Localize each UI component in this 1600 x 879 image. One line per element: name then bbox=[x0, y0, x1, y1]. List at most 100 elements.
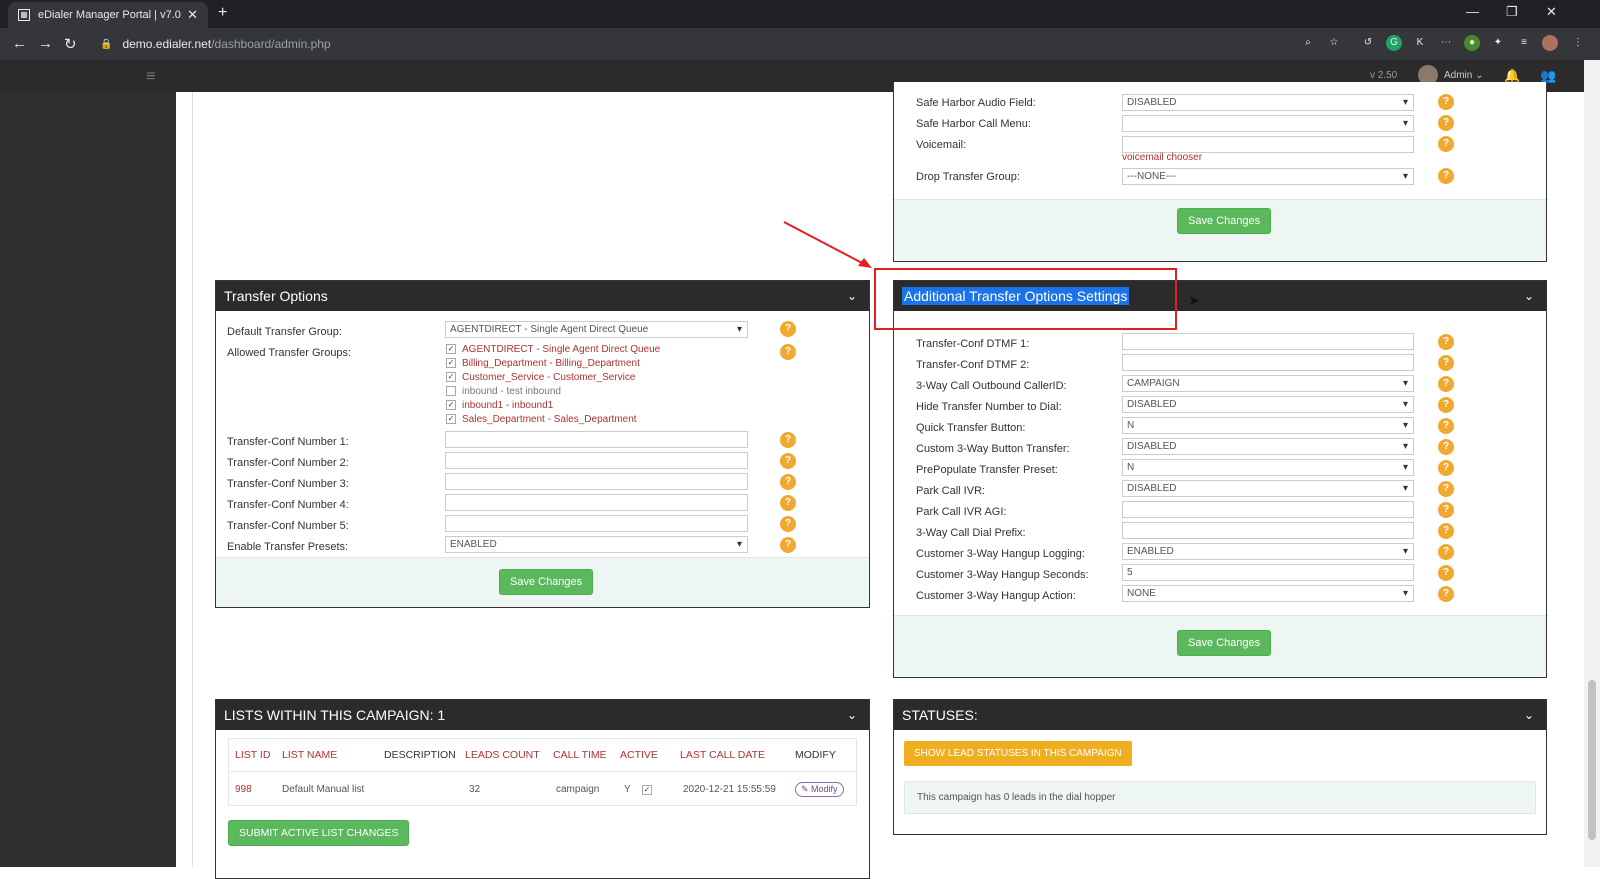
voicemail-input[interactable] bbox=[1122, 136, 1414, 153]
help-icon[interactable]: ? bbox=[1438, 355, 1454, 371]
checkbox-checked[interactable]: ✓ bbox=[446, 344, 456, 355]
allowed-group-option[interactable]: ✓ Billing_Department - Billing_Department bbox=[446, 358, 640, 372]
kebab-menu-icon[interactable]: ⋮ bbox=[1570, 35, 1586, 51]
park-call-ivr-agi-input[interactable] bbox=[1122, 501, 1414, 518]
three-way-dial-prefix-input[interactable] bbox=[1122, 522, 1414, 539]
help-icon[interactable]: ? bbox=[780, 344, 796, 360]
three-way-callerid-select[interactable]: CAMPAIGN bbox=[1122, 375, 1414, 392]
safe-harbor-call-menu-select[interactable] bbox=[1122, 115, 1414, 132]
hangup-logging-select[interactable]: ENABLED bbox=[1122, 543, 1414, 560]
help-icon[interactable]: ? bbox=[1438, 523, 1454, 539]
allowed-group-option[interactable]: ✓ inbound1 - inbound1 bbox=[446, 400, 553, 414]
allowed-group-option[interactable]: inbound - test inbound bbox=[446, 386, 561, 400]
close-tab-icon[interactable]: ✕ bbox=[187, 7, 198, 23]
transfer-conf-number-1-input[interactable] bbox=[445, 431, 748, 448]
k-extension-icon[interactable]: K bbox=[1412, 35, 1428, 51]
hangup-action-select[interactable]: NONE bbox=[1122, 585, 1414, 602]
chevron-down-icon[interactable]: ⌄ bbox=[847, 281, 857, 311]
hangup-seconds-input[interactable]: 5 bbox=[1122, 564, 1414, 581]
back-arrow-icon[interactable]: ← bbox=[12, 35, 27, 52]
profile-avatar[interactable] bbox=[1542, 35, 1558, 51]
help-icon[interactable]: ? bbox=[1438, 586, 1454, 602]
puzzle-extensions-icon[interactable]: ✦ bbox=[1490, 35, 1506, 51]
checkbox-checked[interactable]: ✓ bbox=[446, 358, 456, 369]
help-icon[interactable]: ? bbox=[780, 432, 796, 448]
checkbox-checked[interactable]: ✓ bbox=[446, 400, 456, 411]
hide-transfer-number-select[interactable]: DISABLED bbox=[1122, 396, 1414, 413]
submit-active-list-changes-button[interactable]: SUBMIT ACTIVE LIST CHANGES bbox=[228, 820, 410, 846]
help-icon[interactable]: ? bbox=[1438, 544, 1454, 560]
field-label: Drop Transfer Group: bbox=[916, 171, 1020, 183]
allowed-group-option[interactable]: ✓ Sales_Department - Sales_Department bbox=[446, 414, 637, 428]
browser-tab[interactable]: ▦ eDialer Manager Portal | v7.0 ✕ bbox=[8, 2, 208, 28]
allowed-group-option[interactable]: ✓ AGENTDIRECT - Single Agent Direct Queue bbox=[446, 344, 660, 358]
save-changes-button[interactable]: Save Changes bbox=[1177, 208, 1272, 234]
help-icon[interactable]: ? bbox=[1438, 418, 1454, 434]
transfer-conf-number-4-input[interactable] bbox=[445, 494, 748, 511]
address-bar[interactable]: 🔒 demo.edialer.net/dashboard/admin.php bbox=[92, 32, 1352, 56]
help-icon[interactable]: ? bbox=[1438, 481, 1454, 497]
prepopulate-transfer-preset-select[interactable]: N bbox=[1122, 459, 1414, 476]
minimize-icon[interactable]: — bbox=[1466, 4, 1479, 19]
default-transfer-group-select[interactable]: AGENTDIRECT - Single Agent Direct Queue bbox=[445, 321, 748, 338]
transfer-conf-number-5-input[interactable] bbox=[445, 515, 748, 532]
drop-transfer-group-select[interactable]: ---NONE--- bbox=[1122, 168, 1414, 185]
forward-arrow-icon[interactable]: → bbox=[38, 35, 53, 52]
user-menu[interactable]: Admin ⌄ bbox=[1444, 70, 1484, 81]
voicemail-chooser-link[interactable]: voicemail chooser bbox=[1122, 152, 1202, 163]
star-bookmark-icon[interactable]: ☆ bbox=[1326, 35, 1342, 51]
grammarly-extension-icon[interactable]: G bbox=[1386, 35, 1402, 51]
new-tab-icon[interactable]: + bbox=[218, 4, 227, 22]
allowed-group-option[interactable]: ✓ Customer_Service - Customer_Service bbox=[446, 372, 635, 386]
chevron-down-icon[interactable]: ⌄ bbox=[1524, 281, 1534, 311]
checkbox-unchecked[interactable] bbox=[446, 386, 456, 397]
custom-3way-button-select[interactable]: DISABLED bbox=[1122, 438, 1414, 455]
chevron-down-icon[interactable]: ⌄ bbox=[1524, 700, 1534, 730]
save-changes-button[interactable]: Save Changes bbox=[1177, 630, 1272, 656]
transfer-conf-dtmf-2-input[interactable] bbox=[1122, 354, 1414, 371]
help-icon[interactable]: ? bbox=[1438, 136, 1454, 152]
color-extension-icon[interactable]: ● bbox=[1464, 35, 1480, 51]
lists-title: LISTS WITHIN THIS CAMPAIGN: 1 bbox=[224, 707, 446, 723]
dots-extension-icon[interactable]: ⋯ bbox=[1438, 35, 1454, 51]
help-icon[interactable]: ? bbox=[1438, 565, 1454, 581]
modify-button[interactable]: ✎ Modify bbox=[795, 782, 844, 797]
help-icon[interactable]: ? bbox=[1438, 397, 1454, 413]
reading-list-icon[interactable]: ≡ bbox=[1516, 35, 1532, 51]
help-icon[interactable]: ? bbox=[780, 453, 796, 469]
help-icon[interactable]: ? bbox=[1438, 376, 1454, 392]
help-icon[interactable]: ? bbox=[1438, 439, 1454, 455]
help-icon[interactable]: ? bbox=[1438, 115, 1454, 131]
help-icon[interactable]: ? bbox=[1438, 334, 1454, 350]
transfer-conf-number-2-input[interactable] bbox=[445, 452, 748, 469]
transfer-conf-dtmf-1-input[interactable] bbox=[1122, 333, 1414, 350]
save-changes-button[interactable]: Save Changes bbox=[499, 569, 594, 595]
show-lead-statuses-button[interactable]: SHOW LEAD STATUSES IN THIS CAMPAIGN bbox=[904, 741, 1132, 766]
help-icon[interactable]: ? bbox=[780, 537, 796, 553]
hamburger-menu-icon[interactable]: ≡ bbox=[146, 68, 155, 86]
safe-harbor-audio-select[interactable]: DISABLED bbox=[1122, 94, 1414, 111]
checkbox-checked[interactable]: ✓ bbox=[446, 372, 456, 383]
help-icon[interactable]: ? bbox=[1438, 168, 1454, 184]
scrollbar-thumb[interactable] bbox=[1588, 680, 1596, 840]
help-icon[interactable]: ? bbox=[1438, 94, 1454, 110]
active-checkbox[interactable]: ✓ bbox=[642, 785, 652, 795]
transfer-conf-number-3-input[interactable] bbox=[445, 473, 748, 490]
help-icon[interactable]: ? bbox=[780, 321, 796, 337]
park-call-ivr-select[interactable]: DISABLED bbox=[1122, 480, 1414, 497]
reload-icon[interactable]: ↻ bbox=[64, 35, 77, 53]
window-close-icon[interactable]: ✕ bbox=[1546, 4, 1557, 20]
enable-transfer-presets-select[interactable]: ENABLED bbox=[445, 536, 748, 553]
zoom-icon[interactable]: ⌕ bbox=[1300, 35, 1316, 51]
restore-icon[interactable]: ❐ bbox=[1506, 4, 1518, 20]
list-id-link[interactable]: 998 bbox=[235, 784, 252, 795]
help-icon[interactable]: ? bbox=[780, 495, 796, 511]
checkbox-checked[interactable]: ✓ bbox=[446, 414, 456, 425]
quick-transfer-button-select[interactable]: N bbox=[1122, 417, 1414, 434]
help-icon[interactable]: ? bbox=[780, 516, 796, 532]
help-icon[interactable]: ? bbox=[1438, 502, 1454, 518]
help-icon[interactable]: ? bbox=[1438, 460, 1454, 476]
history-extension-icon[interactable]: ↺ bbox=[1360, 35, 1376, 51]
chevron-down-icon[interactable]: ⌄ bbox=[847, 700, 857, 730]
help-icon[interactable]: ? bbox=[780, 474, 796, 490]
